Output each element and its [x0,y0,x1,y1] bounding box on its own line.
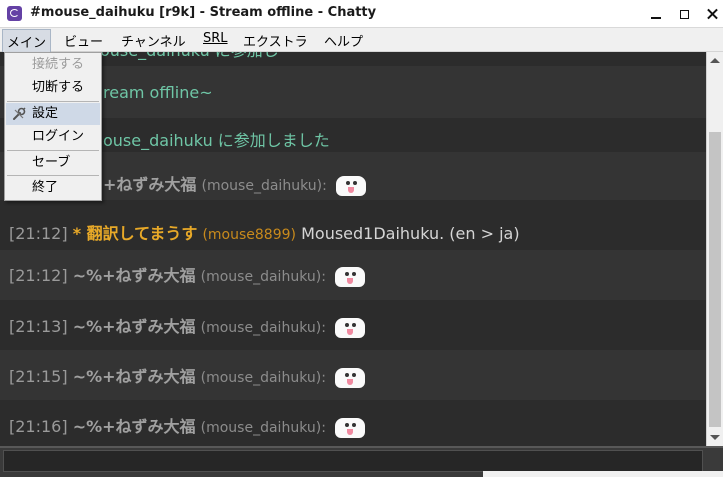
system-message: ouse_daihuku に参加し [100,52,279,61]
chat-row: ream offline~ [0,66,706,118]
menu-item-exit[interactable]: 終了 [6,177,100,199]
chat-area[interactable]: ouse_daihuku に参加し ream offline~ ouse_dai… [0,52,706,446]
chat-row: [21:12] ~%+ねずみ大福 (mouse_daihuku): [0,250,706,300]
chat-nick[interactable]: +ねずみ大福 [103,175,196,194]
emote-icon [335,417,366,438]
chat-nick[interactable]: ~%+ねずみ大福 [73,317,196,336]
title-bar: #mouse_daihuku [r9k] - Stream offline - … [0,0,723,28]
menu-view[interactable]: ビュー [64,31,103,50]
chat-nick[interactable]: ~%+ねずみ大福 [73,417,196,436]
chat-message: [21:12] ~%+ねずみ大福 (mouse_daihuku): [9,262,366,287]
menu-item-settings[interactable]: 設定 [6,103,100,125]
chat-row: [21:13] ~%+ねずみ大福 (mouse_daihuku): [0,300,706,350]
menu-item-save[interactable]: セーブ [6,152,100,174]
system-message: ream offline~ [103,83,213,102]
status-strip [483,471,723,477]
emote-icon [335,317,366,338]
scrollbar-thumb[interactable] [709,132,721,427]
chatty-app-icon [7,6,22,21]
menu-separator [7,101,99,102]
main-menu-dropdown: 接続する 切断する 設定 ログイン セーブ 終了 [4,52,102,201]
chat-message: +ねずみ大福 (mouse_daihuku): [103,171,366,196]
chat-message: [21:16] ~%+ねずみ大福 (mouse_daihuku): [9,413,366,438]
chat-nick[interactable]: ~%+ねずみ大福 [73,266,196,285]
translated-message: [21:12] * 翻訳してまうす (mouse8899) Moused1Dai… [9,220,520,244]
close-icon[interactable] [698,2,723,26]
maximize-icon[interactable] [670,2,698,26]
chat-row: [21:15] ~%+ねずみ大福 (mouse_daihuku): [0,350,706,400]
menu-item-settings-label: 設定 [32,106,59,121]
chat-user-id: (mouse_daihuku): [200,269,326,285]
emote-icon [335,367,366,388]
menu-channel[interactable]: チャンネル [121,31,186,50]
scroll-up-arrow-icon[interactable] [707,52,723,69]
menu-extra[interactable]: エクストラ [243,31,308,50]
wrench-icon [13,107,26,120]
chat-user-id: (mouse_daihuku): [201,178,327,194]
timestamp: [21:12] [9,266,68,285]
chat-message: [21:13] ~%+ねずみ大福 (mouse_daihuku): [9,313,366,338]
timestamp: [21:13] [9,317,68,336]
menu-bar: メイン ビュー チャンネル SRL エクストラ ヘルプ [0,28,723,55]
chat-user-id: (mouse_daihuku): [200,320,326,336]
menu-item-connect[interactable]: 接続する [6,54,100,76]
translator-nick[interactable]: * 翻訳してまうす [73,224,198,243]
timestamp: [21:12] [9,224,68,243]
chat-row: +ねずみ大福 (mouse_daihuku): [0,152,706,200]
emote-icon [335,175,366,196]
chat-row: ouse_daihuku に参加し [0,52,706,66]
emote-icon [335,266,366,287]
menu-item-disconnect[interactable]: 切断する [6,77,100,99]
chat-message: [21:15] ~%+ねずみ大福 (mouse_daihuku): [9,363,366,388]
timestamp: [21:15] [9,367,68,386]
translator-user-id: (mouse8899) [202,227,296,243]
chat-scrollbar[interactable] [706,52,723,446]
menu-separator [7,150,99,151]
menu-help[interactable]: ヘルプ [324,31,363,50]
menu-separator [7,175,99,176]
timestamp: [21:16] [9,417,68,436]
scroll-down-arrow-icon[interactable] [707,429,723,446]
chat-user-id: (mouse_daihuku): [200,420,326,436]
message-text: Moused1Daihuku. (en > ja) [301,224,520,243]
chat-row: [21:12] * 翻訳してまうす (mouse8899) Moused1Dai… [0,200,706,250]
chat-input[interactable] [3,450,703,472]
window-title: #mouse_daihuku [r9k] - Stream offline - … [30,5,377,20]
minimize-icon[interactable] [642,2,670,26]
chat-row: [21:16] ~%+ねずみ大福 (mouse_daihuku): [0,400,706,446]
menu-item-login[interactable]: ログイン [6,126,100,148]
menu-srl[interactable]: SRL [203,31,228,46]
system-message: ouse_daihuku に参加しました [103,131,330,150]
chat-nick[interactable]: ~%+ねずみ大福 [73,367,196,386]
chat-user-id: (mouse_daihuku): [200,370,326,386]
